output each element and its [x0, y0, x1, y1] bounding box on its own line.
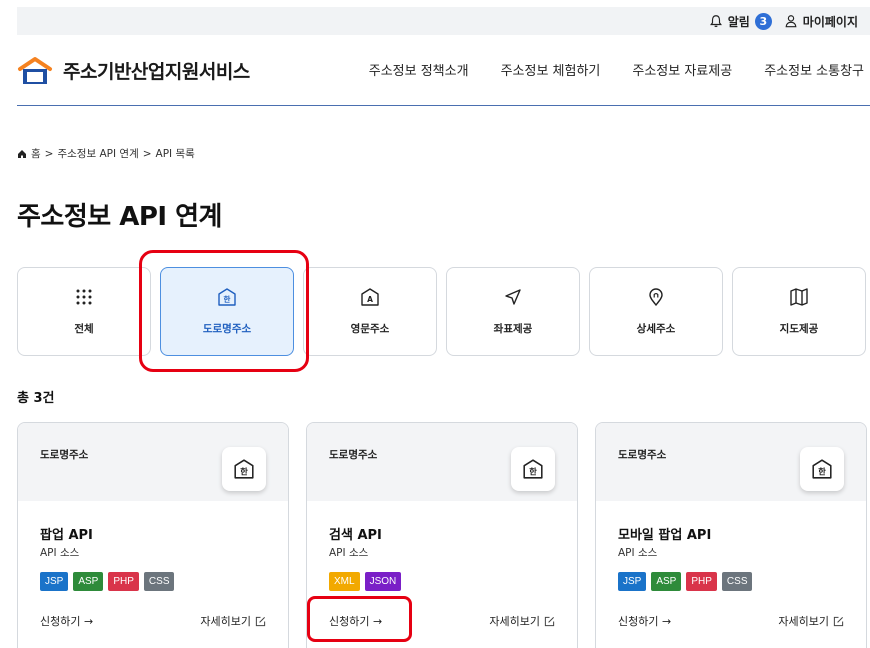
details-link[interactable]: 자세히보기: [778, 613, 844, 629]
location-pin-icon: [646, 287, 666, 307]
apply-link[interactable]: 신청하기 →: [40, 613, 93, 629]
breadcrumb-api[interactable]: 주소정보 API 연계: [57, 146, 138, 161]
svg-text:A: A: [367, 295, 373, 304]
card-header: 도로명주소 한: [596, 423, 866, 501]
tag-css: CSS: [143, 572, 175, 591]
svg-text:한: 한: [529, 467, 537, 477]
api-card: 도로명주소 한 팝업 API API 소스 JSP ASP PHP CSS 신청…: [17, 422, 289, 648]
details-label: 자세히보기: [778, 615, 829, 628]
category-label: 전체: [74, 323, 94, 335]
tag-list: JSP ASP PHP CSS: [40, 572, 175, 591]
tag-xml: XML: [329, 572, 360, 591]
card-title: 검색 API: [329, 528, 382, 543]
road-address-icon: 한: [800, 447, 844, 491]
breadcrumb-separator-icon: >: [142, 147, 152, 160]
category-label: 영문주소: [350, 323, 390, 335]
card-subtitle: API 소스: [329, 547, 369, 559]
english-address-icon: A: [360, 287, 380, 307]
card-category: 도로명주소: [618, 449, 667, 461]
tag-json: JSON: [364, 572, 402, 591]
alarm-label: 알림: [727, 14, 750, 29]
user-icon: [785, 15, 797, 28]
external-edit-icon: [255, 616, 266, 626]
grid-icon: [74, 287, 94, 307]
nav-data[interactable]: 주소정보 자료제공: [632, 60, 732, 79]
svg-text:한: 한: [818, 467, 826, 477]
category-detail-address[interactable]: 상세주소: [589, 267, 723, 356]
breadcrumb-home[interactable]: 홈: [31, 146, 41, 161]
road-address-icon: 한: [511, 447, 555, 491]
tag-jsp: JSP: [618, 572, 647, 591]
tag-asp: ASP: [73, 572, 104, 591]
card-header: 도로명주소 한: [18, 423, 288, 501]
card-category: 도로명주소: [40, 449, 89, 461]
breadcrumb-current: API 목록: [155, 148, 195, 160]
home-icon: [18, 149, 26, 158]
nav-experience[interactable]: 주소정보 체험하기: [501, 60, 601, 79]
card-category: 도로명주소: [329, 449, 378, 461]
details-link[interactable]: 자세히보기: [200, 613, 266, 629]
api-card-list: 도로명주소 한 팝업 API API 소스 JSP ASP PHP CSS 신청…: [17, 422, 867, 648]
tag-asp: ASP: [651, 572, 682, 591]
nav-communication[interactable]: 주소정보 소통창구: [764, 60, 864, 79]
main-nav: 주소정보 정책소개 주소정보 체험하기 주소정보 자료제공 주소정보 소통창구: [369, 60, 864, 79]
category-label: 상세주소: [636, 323, 676, 335]
utility-bar: 알림 3 마이페이지: [17, 7, 870, 35]
details-link[interactable]: 자세히보기: [489, 613, 555, 629]
mypage-link[interactable]: 마이페이지: [784, 13, 858, 30]
navigation-icon: [503, 287, 523, 307]
details-label: 자세히보기: [489, 615, 540, 628]
external-edit-icon: [544, 616, 555, 626]
highlight-box: [307, 596, 412, 642]
alarm-link[interactable]: 알림 3: [709, 12, 772, 30]
api-card: 도로명주소 한 모바일 팝업 API API 소스 JSP ASP PHP CS…: [595, 422, 867, 648]
result-count: 총 3건: [17, 391, 55, 406]
alarm-count-badge: 3: [754, 12, 772, 30]
card-title: 모바일 팝업 API: [618, 528, 712, 543]
nav-policy[interactable]: 주소정보 정책소개: [369, 60, 469, 79]
breadcrumb: 홈 > 주소정보 API 연계 > API 목록: [17, 146, 195, 161]
highlight-box: [139, 250, 309, 372]
category-label: 좌표제공: [493, 323, 533, 335]
breadcrumb-separator-icon: >: [44, 147, 54, 160]
page-title: 주소정보 API 연계: [17, 202, 222, 232]
card-header: 도로명주소 한: [307, 423, 577, 501]
site-logo-text: 주소기반산업지원서비스: [63, 61, 250, 83]
tag-css: CSS: [721, 572, 753, 591]
site-logo[interactable]: 주소기반산업지원서비스: [17, 56, 250, 86]
site-header: 주소기반산업지원서비스 주소정보 정책소개 주소정보 체험하기 주소정보 자료제…: [17, 36, 870, 106]
tag-jsp: JSP: [40, 572, 69, 591]
card-title: 팝업 API: [40, 528, 93, 543]
category-map[interactable]: 지도제공: [732, 267, 866, 356]
tag-php: PHP: [108, 572, 139, 591]
category-all[interactable]: 전체: [17, 267, 151, 356]
tag-php: PHP: [686, 572, 717, 591]
apply-link[interactable]: 신청하기 →: [618, 613, 671, 629]
external-edit-icon: [833, 616, 844, 626]
mypage-label: 마이페이지: [802, 14, 858, 29]
svg-text:한: 한: [240, 467, 248, 477]
category-coordinates[interactable]: 좌표제공: [446, 267, 580, 356]
tag-list: JSP ASP PHP CSS: [618, 572, 753, 591]
road-address-icon: 한: [222, 447, 266, 491]
category-english-address[interactable]: A 영문주소: [303, 267, 437, 356]
category-label: 지도제공: [779, 323, 819, 335]
details-label: 자세히보기: [200, 615, 251, 628]
bell-icon: [709, 15, 722, 28]
house-logo-icon: [18, 56, 52, 84]
card-subtitle: API 소스: [618, 547, 658, 559]
map-icon: [789, 287, 809, 307]
tag-list: XML JSON: [329, 572, 402, 591]
card-subtitle: API 소스: [40, 547, 80, 559]
